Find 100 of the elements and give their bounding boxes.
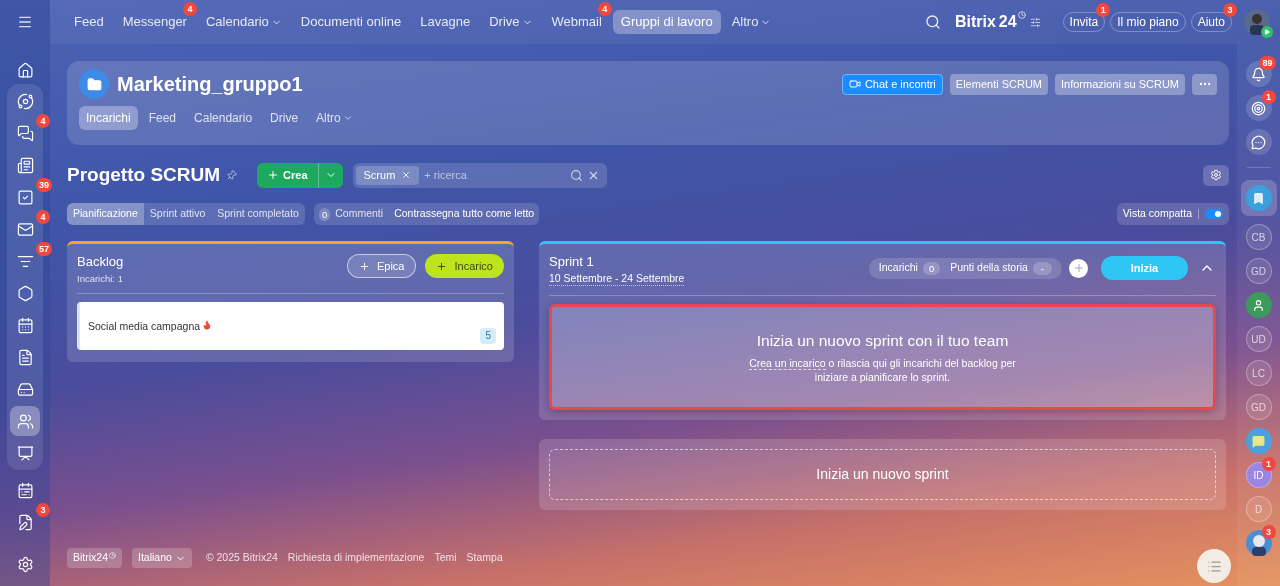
chat-avatar[interactable]: [1245, 428, 1272, 454]
tasks-label: Incarichi: [878, 260, 918, 276]
empty-sprint-title: Inizia un nuovo sprint con il tuo team: [756, 330, 1009, 351]
bookmark-icon: [1252, 191, 1265, 205]
notification-badge: 3: [36, 503, 50, 517]
sprint-dates[interactable]: 10 Settembre - 24 Settembre: [549, 271, 685, 286]
user-avatar[interactable]: UD: [1245, 326, 1272, 352]
settings-button[interactable]: [1203, 164, 1229, 186]
compact-view-label: Vista compatta: [1122, 206, 1192, 222]
page-title: Progetto SCRUM: [67, 162, 221, 187]
nav-item[interactable]: Feed: [66, 10, 112, 34]
more-button[interactable]: [1192, 73, 1217, 95]
view-tab[interactable]: Sprint attivo: [143, 203, 212, 225]
view-tab[interactable]: Sprint completato: [211, 203, 305, 225]
header-action-button[interactable]: Chat e incontri: [841, 73, 943, 95]
task-card[interactable]: Social media campagna 5: [77, 301, 504, 350]
flame-icon: [202, 319, 213, 330]
nav-item[interactable]: Gruppi di lavoro: [612, 10, 721, 34]
search-field[interactable]: Scrum + ricerca: [352, 162, 607, 188]
add-task-button[interactable]: Incarico: [425, 254, 504, 278]
epic-button[interactable]: Epica: [346, 254, 417, 278]
group-tab[interactable]: Drive: [263, 106, 306, 130]
mark-all-read-link[interactable]: Contrassegna tutto come letto: [394, 206, 535, 222]
create-task-link[interactable]: Crea un incarico: [749, 357, 826, 371]
search-placeholder: + ricerca: [424, 167, 467, 183]
remove-icon: [401, 170, 412, 180]
empty-sprint-text: Crea un incarico o rilascia qui gli incarichi del backlog per iniziare a pianificare lo sprint.: [748, 356, 1017, 385]
clock-icon: [109, 552, 116, 559]
bell-icon: [1251, 66, 1266, 82]
user-avatar[interactable]: D: [1245, 496, 1272, 522]
menu-icon[interactable]: [17, 14, 33, 30]
new-sprint-button[interactable]: Inizia un nuovo sprint: [549, 448, 1216, 500]
folder-icon: [86, 76, 102, 92]
story-points: 5: [480, 327, 496, 344]
settings-icon: [16, 555, 34, 573]
group-tab[interactable]: Incarichi: [79, 106, 138, 130]
footer-link[interactable]: Temi: [434, 550, 457, 566]
plus-icon: [436, 260, 448, 272]
logo: 24: [998, 12, 1017, 32]
user-avatar[interactable]: GD: [1245, 258, 1272, 284]
comment-count: 0: [318, 207, 331, 221]
nav-item[interactable]: Documenti online: [292, 10, 410, 34]
notification-badge: 4: [36, 114, 50, 128]
search-icon[interactable]: [924, 14, 941, 30]
notification-badge: 3: [1261, 525, 1276, 539]
nav-item[interactable]: Drive: [481, 10, 541, 34]
hexagon-icon: [16, 284, 34, 302]
story-points-label: Punti della storia: [950, 260, 1028, 276]
task-icon: [16, 188, 34, 206]
start-sprint-button[interactable]: Inizia: [1101, 256, 1188, 280]
orbit-icon: [16, 92, 34, 110]
backlog-title: Backlog: [77, 253, 124, 271]
contact-avatar[interactable]: [1245, 292, 1272, 318]
notification-badge: 1: [1261, 90, 1276, 104]
sliders-icon[interactable]: [1029, 16, 1041, 28]
notification-badge: 89: [1259, 56, 1276, 70]
target-button[interactable]: [1245, 95, 1272, 121]
header-action-button[interactable]: Informazioni su SCRUM: [1055, 73, 1185, 95]
filter-tag[interactable]: Scrum: [355, 165, 420, 185]
nav-item[interactable]: Lavagne: [412, 10, 479, 34]
brand-button[interactable]: Bitrix24: [67, 548, 122, 568]
nav-item[interactable]: Altro: [723, 10, 780, 34]
footer-link[interactable]: Richiesta di implementazione: [287, 550, 425, 566]
contact-card-icon: [1252, 298, 1265, 312]
task-count: Incarichi: 1: [77, 271, 124, 286]
user-avatar[interactable]: CB: [1245, 224, 1272, 250]
view-tab[interactable]: Pianificazione: [67, 203, 144, 225]
calendar-list-icon: [16, 481, 34, 499]
add-button[interactable]: [1069, 258, 1088, 278]
user-avatar[interactable]: LC: [1245, 360, 1272, 386]
language-select[interactable]: Italiano: [132, 548, 192, 568]
story-points-value: -: [1032, 261, 1052, 275]
sidebar-item[interactable]: [10, 406, 40, 436]
chat-button[interactable]: [1245, 129, 1272, 155]
task-title: Social media campagna: [88, 318, 201, 334]
chat-icon: [1251, 134, 1266, 150]
news-icon: [16, 156, 34, 174]
group-tab[interactable]: Altro: [309, 106, 360, 130]
mail-icon: [16, 220, 34, 238]
user-avatar[interactable]: GD: [1245, 394, 1272, 420]
target-icon: [1251, 100, 1266, 116]
home-icon: [16, 61, 34, 79]
notification-badge: 4: [597, 2, 612, 16]
search-icon[interactable]: [569, 168, 583, 182]
bookmark-button[interactable]: [1245, 185, 1272, 211]
plus-icon: [267, 169, 280, 181]
compact-view-toggle[interactable]: [1205, 209, 1223, 219]
notification-badge: 4: [36, 210, 50, 224]
chevron-icon: [342, 113, 353, 123]
sprint-title: Sprint 1: [549, 253, 595, 271]
document-edit-icon: [16, 513, 34, 531]
notification-button[interactable]: [1245, 61, 1272, 87]
tasks-count: 0: [922, 261, 941, 275]
footer-link[interactable]: Stampa: [466, 550, 503, 566]
group-tab[interactable]: Calendario: [187, 106, 260, 130]
group-tab[interactable]: Feed: [141, 106, 184, 130]
nav-item[interactable]: Calendario: [197, 10, 290, 34]
create-button[interactable]: Crea: [257, 162, 343, 188]
user-avatar[interactable]: [1245, 530, 1272, 556]
header-action-button[interactable]: Elementi SCRUM: [949, 73, 1048, 95]
